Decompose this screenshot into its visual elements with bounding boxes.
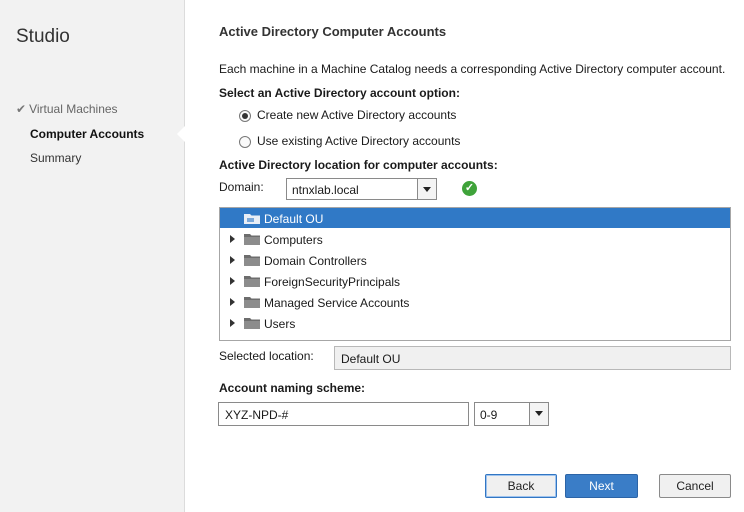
chevron-down-icon[interactable] <box>529 403 548 425</box>
radio-button[interactable] <box>239 109 251 122</box>
domain-select[interactable]: ntnxlab.local <box>286 178 437 200</box>
tree-item-users[interactable]: Users <box>220 313 730 333</box>
wizard-sidebar: Studio ✔ Virtual Machines Computer Accoun… <box>0 0 185 512</box>
tree-item-label: Default OU <box>264 212 324 226</box>
step-label: Virtual Machines <box>29 102 118 116</box>
tree-item-label: Users <box>264 317 296 331</box>
app-title: Studio <box>16 26 70 47</box>
folder-icon <box>244 234 260 245</box>
folder-icon <box>244 255 260 266</box>
domain-label: Domain: <box>219 180 264 194</box>
domain-value: ntnxlab.local <box>292 183 359 197</box>
tree-item-label: Domain Controllers <box>264 254 367 268</box>
tree-item-label: Managed Service Accounts <box>264 296 410 310</box>
radio-create-new[interactable]: Create new Active Directory accounts <box>239 108 456 122</box>
naming-type-select[interactable]: 0-9 <box>474 402 549 426</box>
tree-item-managed-service-accounts[interactable]: Managed Service Accounts <box>220 292 730 312</box>
tree-item-label: ForeignSecurityPrincipals <box>264 275 401 289</box>
ou-tree[interactable]: Default OU Computers Domain Controllers <box>219 207 731 341</box>
folder-icon <box>244 276 260 287</box>
checkmark-icon: ✔ <box>16 102 27 116</box>
step-virtual-machines[interactable]: ✔ Virtual Machines <box>16 102 118 116</box>
back-button[interactable]: Back <box>485 474 557 498</box>
radio-button[interactable] <box>239 135 251 148</box>
tree-item-foreign-security-principals[interactable]: ForeignSecurityPrincipals <box>220 271 730 291</box>
cancel-button[interactable]: Cancel <box>659 474 731 498</box>
selected-location-value: Default OU <box>341 352 401 366</box>
radio-use-existing[interactable]: Use existing Active Directory accounts <box>239 134 460 148</box>
selected-location-field: Default OU <box>334 346 731 370</box>
folder-icon <box>244 318 260 329</box>
chevron-down-icon[interactable] <box>417 179 436 199</box>
expand-arrow-icon[interactable] <box>230 319 235 327</box>
expand-arrow-icon[interactable] <box>230 256 235 264</box>
account-option-heading: Select an Active Directory account optio… <box>219 86 460 100</box>
expand-arrow-icon[interactable] <box>230 298 235 306</box>
tree-item-default-ou[interactable]: Default OU <box>220 208 730 228</box>
location-heading: Active Directory location for computer a… <box>219 158 498 172</box>
naming-scheme-input[interactable]: XYZ-NPD-# <box>218 402 469 426</box>
tree-item-domain-controllers[interactable]: Domain Controllers <box>220 250 730 270</box>
folder-icon <box>244 297 260 308</box>
wizard-main: Active Directory Computer Accounts Each … <box>185 0 744 512</box>
naming-type-value: 0-9 <box>480 408 498 422</box>
intro-text: Each machine in a Machine Catalog needs … <box>219 62 726 76</box>
radio-label: Create new Active Directory accounts <box>257 108 457 122</box>
tree-item-label: Computers <box>264 233 323 247</box>
ou-folder-icon <box>244 214 260 224</box>
radio-label: Use existing Active Directory accounts <box>257 134 461 148</box>
step-computer-accounts[interactable]: Computer Accounts <box>30 127 144 141</box>
naming-scheme-value: XYZ-NPD-# <box>225 408 289 422</box>
tree-item-computers[interactable]: Computers <box>220 229 730 249</box>
valid-check-icon: ✓ <box>462 181 477 196</box>
step-label: Summary <box>30 151 82 165</box>
naming-scheme-heading: Account naming scheme: <box>219 381 366 395</box>
step-label: Computer Accounts <box>30 127 145 141</box>
current-step-pointer <box>177 126 185 142</box>
page-title: Active Directory Computer Accounts <box>219 24 447 39</box>
next-button[interactable]: Next <box>565 474 638 498</box>
expand-arrow-icon[interactable] <box>230 277 235 285</box>
expand-arrow-icon[interactable] <box>230 235 235 243</box>
step-summary[interactable]: Summary <box>30 151 81 165</box>
selected-location-label: Selected location: <box>219 349 314 363</box>
